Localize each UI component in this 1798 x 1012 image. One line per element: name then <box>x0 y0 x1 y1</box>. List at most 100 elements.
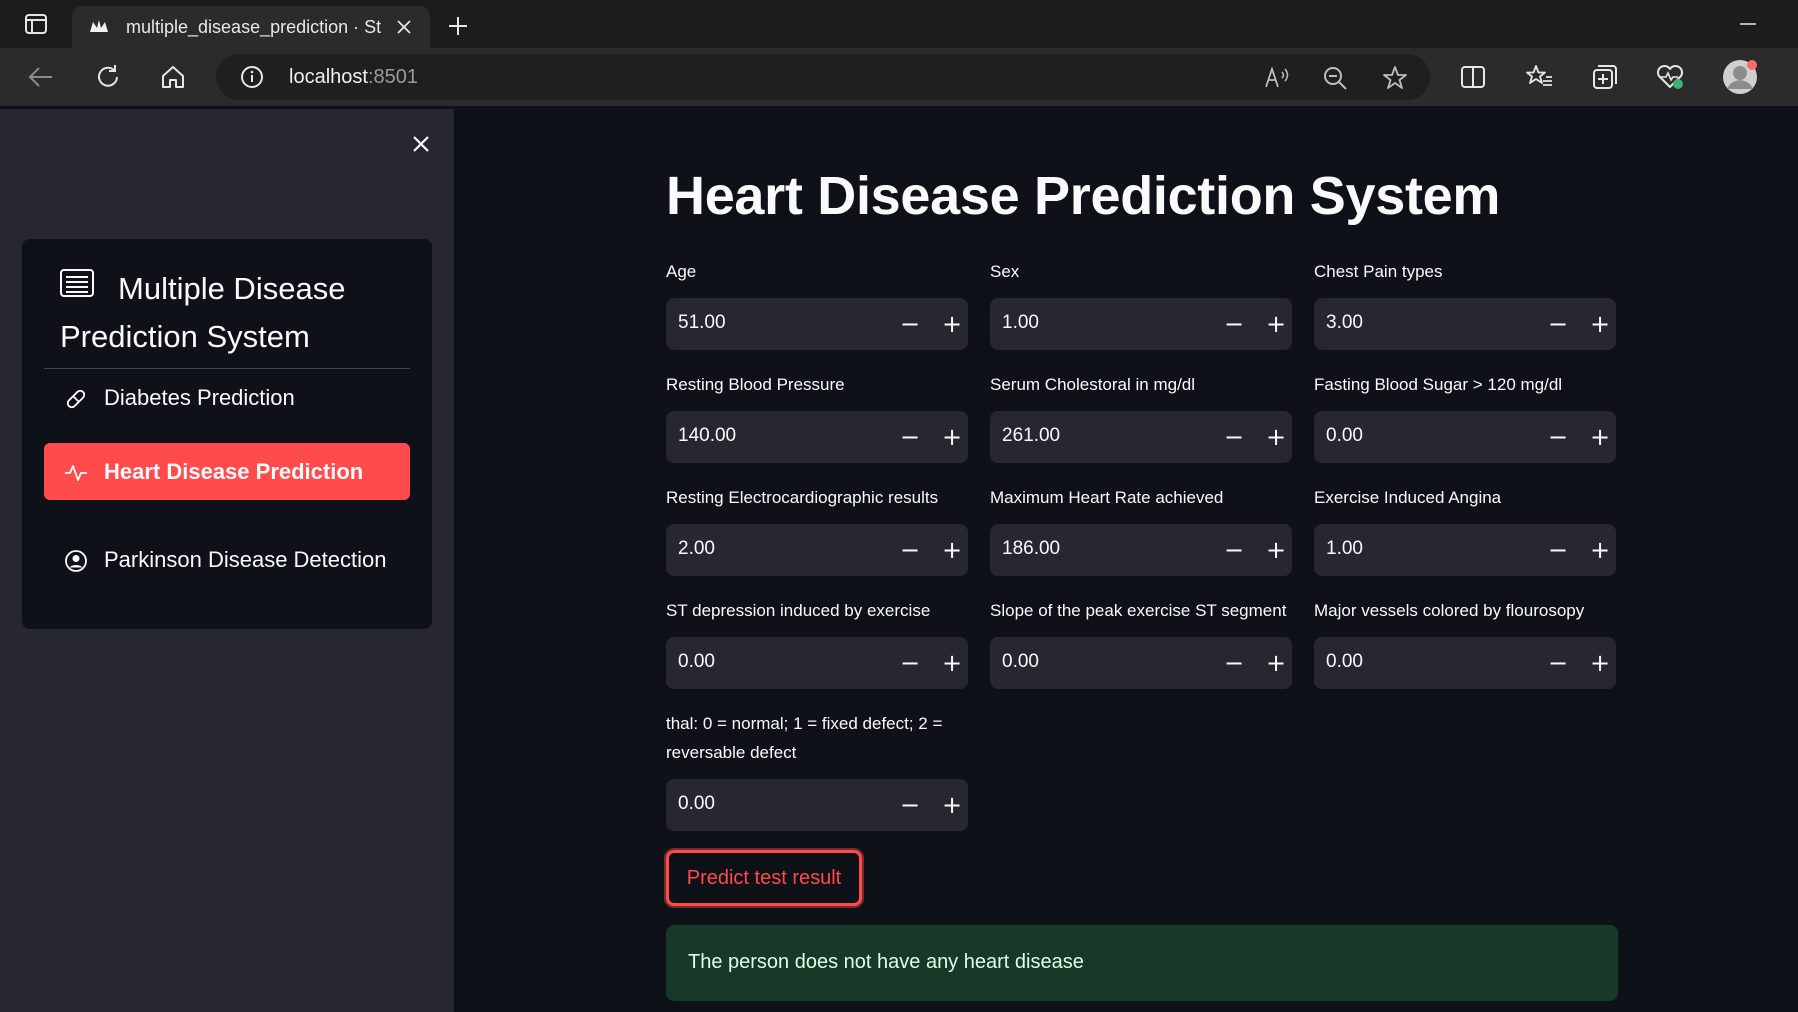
increment-button[interactable]: + <box>938 423 966 451</box>
menu-item-heart-disease-prediction[interactable]: Heart Disease Prediction <box>44 443 410 500</box>
field-label: Resting Electrocardiographic results <box>666 488 939 507</box>
st-slope-input[interactable]: 0.00 − + <box>990 637 1292 689</box>
field-chest-pain: Chest Pain types 3.00 − + <box>1314 257 1616 350</box>
field-label: ST depression induced by exercise <box>666 601 931 620</box>
field-sex: Sex 1.00 − + <box>990 257 1292 350</box>
menu-item-diabetes-prediction[interactable]: Diabetes Prediction <box>44 385 410 411</box>
favorite-star-icon[interactable] <box>1382 65 1408 91</box>
input-value[interactable]: 261.00 <box>1002 425 1060 447</box>
menu-item-parkinson-disease-detection[interactable]: Parkinson Disease Detection <box>44 547 410 573</box>
browser-tab[interactable]: multiple_disease_prediction · Stre <box>72 6 430 48</box>
option-menu: Multiple Disease Prediction System Diabe… <box>22 239 432 629</box>
input-value[interactable]: 51.00 <box>678 312 726 334</box>
decrement-button[interactable]: − <box>1544 310 1572 338</box>
input-value[interactable]: 0.00 <box>1326 425 1363 447</box>
decrement-button[interactable]: − <box>1544 423 1572 451</box>
chest-pain-input[interactable]: 3.00 − + <box>1314 298 1616 350</box>
sidebar: Multiple Disease Prediction System Diabe… <box>0 109 454 1012</box>
field-label: Slope of the peak exercise ST segment <box>990 601 1287 620</box>
close-tab-icon[interactable] <box>392 15 416 39</box>
menu-title: Multiple Disease Prediction System <box>60 271 346 354</box>
split-screen-icon[interactable] <box>1458 62 1488 92</box>
input-value[interactable]: 0.00 <box>678 793 715 815</box>
increment-button[interactable]: + <box>1586 423 1614 451</box>
st-depression-input[interactable]: 0.00 − + <box>666 637 968 689</box>
decrement-button[interactable]: − <box>1220 423 1248 451</box>
input-value[interactable]: 3.00 <box>1326 312 1363 334</box>
tab-actions-icon[interactable] <box>18 12 54 36</box>
increment-button[interactable]: + <box>1262 536 1290 564</box>
decrement-button[interactable]: − <box>1220 536 1248 564</box>
url-text[interactable]: localhost:8501 <box>289 66 418 89</box>
profile-avatar[interactable] <box>1722 59 1758 95</box>
list-card-icon <box>60 269 94 299</box>
decrement-button[interactable]: − <box>896 649 924 677</box>
input-value[interactable]: 0.00 <box>1002 651 1039 673</box>
thal-input[interactable]: 0.00 − + <box>666 779 968 831</box>
increment-button[interactable]: + <box>1586 310 1614 338</box>
menu-item-label: Heart Disease Prediction <box>104 459 364 484</box>
input-value[interactable]: 1.00 <box>1002 312 1039 334</box>
back-arrow-icon[interactable] <box>26 62 56 92</box>
fasting-blood-sugar-input[interactable]: 0.00 − + <box>1314 411 1616 463</box>
site-info-icon[interactable] <box>240 65 264 89</box>
field-exercise-angina: Exercise Induced Angina 1.00 − + <box>1314 483 1616 576</box>
increment-button[interactable]: + <box>1586 536 1614 564</box>
close-sidebar-icon[interactable] <box>406 129 436 159</box>
field-label: Age <box>666 262 697 281</box>
decrement-button[interactable]: − <box>896 423 924 451</box>
field-st-depression: ST depression induced by exercise 0.00 −… <box>666 596 968 689</box>
minimize-window-icon[interactable] <box>1736 12 1760 36</box>
address-bar[interactable]: localhost:8501 <box>216 54 1430 100</box>
field-label: Fasting Blood Sugar > 120 mg/dl <box>1314 375 1563 394</box>
input-value[interactable]: 0.00 <box>678 651 715 673</box>
increment-button[interactable]: + <box>938 649 966 677</box>
favorites-icon[interactable] <box>1524 62 1554 92</box>
menu-divider <box>44 368 410 369</box>
decrement-button[interactable]: − <box>1544 649 1572 677</box>
max-heart-rate-input[interactable]: 186.00 − + <box>990 524 1292 576</box>
zoom-out-icon[interactable] <box>1322 65 1348 91</box>
resting-blood-pressure-input[interactable]: 140.00 − + <box>666 411 968 463</box>
input-value[interactable]: 186.00 <box>1002 538 1060 560</box>
field-label: Chest Pain types <box>1314 262 1443 281</box>
decrement-button[interactable]: − <box>896 310 924 338</box>
input-value[interactable]: 1.00 <box>1326 538 1363 560</box>
new-tab-icon[interactable] <box>444 12 472 40</box>
collections-icon[interactable] <box>1590 62 1620 92</box>
decrement-button[interactable]: − <box>1220 649 1248 677</box>
increment-button[interactable]: + <box>938 791 966 819</box>
increment-button[interactable]: + <box>1262 423 1290 451</box>
increment-button[interactable]: + <box>938 310 966 338</box>
browser-navbar: localhost:8501 <box>0 48 1798 157</box>
reload-icon[interactable] <box>93 62 123 92</box>
major-vessels-input[interactable]: 0.00 − + <box>1314 637 1616 689</box>
read-aloud-icon[interactable] <box>1264 65 1290 91</box>
input-value[interactable]: 2.00 <box>678 538 715 560</box>
field-label: Resting Blood Pressure <box>666 375 845 394</box>
field-age: Age 51.00 − + <box>666 257 968 350</box>
decrement-button[interactable]: − <box>1544 536 1572 564</box>
exercise-angina-input[interactable]: 1.00 − + <box>1314 524 1616 576</box>
serum-cholestoral-input[interactable]: 261.00 − + <box>990 411 1292 463</box>
increment-button[interactable]: + <box>1262 310 1290 338</box>
capsule-icon <box>64 387 88 411</box>
success-alert: The person does not have any heart disea… <box>666 925 1618 1001</box>
menu-item-label: Parkinson Disease Detection <box>104 547 387 572</box>
increment-button[interactable]: + <box>938 536 966 564</box>
home-icon[interactable] <box>158 62 188 92</box>
browser-essentials-icon[interactable] <box>1655 62 1685 92</box>
decrement-button[interactable]: − <box>896 791 924 819</box>
decrement-button[interactable]: − <box>1220 310 1248 338</box>
resting-ecg-input[interactable]: 2.00 − + <box>666 524 968 576</box>
increment-button[interactable]: + <box>1586 649 1614 677</box>
field-label: Serum Cholestoral in mg/dl <box>990 375 1196 394</box>
tab-title: multiple_disease_prediction · Stre <box>126 16 382 37</box>
increment-button[interactable]: + <box>1262 649 1290 677</box>
decrement-button[interactable]: − <box>896 536 924 564</box>
input-value[interactable]: 0.00 <box>1326 651 1363 673</box>
input-value[interactable]: 140.00 <box>678 425 736 447</box>
age-input[interactable]: 51.00 − + <box>666 298 968 350</box>
predict-button[interactable]: Predict test result <box>666 850 862 906</box>
sex-input[interactable]: 1.00 − + <box>990 298 1292 350</box>
